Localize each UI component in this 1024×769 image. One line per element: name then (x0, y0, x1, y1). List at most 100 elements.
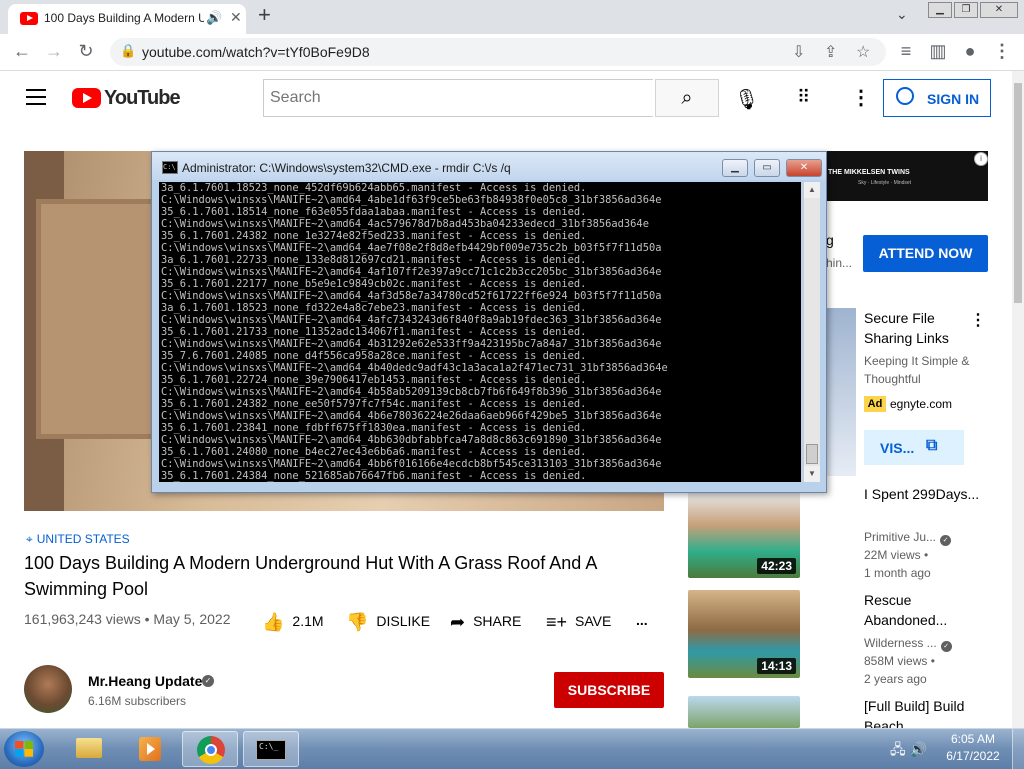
cmd-scrollbar[interactable]: ▲ ▼ (803, 182, 820, 482)
more-options-icon[interactable]: ⋮ (851, 85, 871, 110)
page-scrollbar[interactable] (1012, 71, 1024, 728)
cmd-close-button[interactable]: ✕ (786, 159, 822, 177)
recommendation-title[interactable]: [Full Build] Build Beach (864, 696, 984, 728)
new-tab-plus-icon[interactable]: + (258, 2, 271, 28)
system-tray[interactable]: 🖧 🔊 (890, 739, 927, 763)
taskbar-cmd-button[interactable]: C:\_ (243, 731, 299, 767)
ad-domain: egnyte.com (890, 397, 953, 411)
youtube-logo-text[interactable]: YouTube (104, 87, 181, 110)
thumbs-down-icon: 👎 (346, 612, 369, 632)
search-icon: ⌕ (681, 87, 693, 109)
recommendation-channel[interactable]: Primitive Ju... ✓ (864, 528, 984, 546)
tab-close-icon[interactable]: ✕ (230, 9, 242, 26)
recommendation-thumbnail[interactable] (688, 696, 800, 728)
start-button[interactable] (4, 731, 44, 767)
microphone-icon[interactable]: 🎙 (734, 87, 759, 112)
ad-banner[interactable]: THE MIKKELSEN TWINS Sky · Lifestyle · Mi… (824, 151, 988, 201)
search-button[interactable]: ⌕ (655, 79, 719, 117)
speaker-icon[interactable]: 🔊 (206, 10, 222, 26)
recommendation-age: 2 years ago (864, 672, 927, 686)
ad-partial-title: g (826, 232, 834, 248)
ad-info-icon[interactable]: i (974, 152, 988, 166)
taskbar-chrome-button[interactable] (182, 731, 238, 767)
hamburger-menu-icon[interactable] (26, 89, 46, 110)
recommendation-title[interactable]: I Spent 299Days... (864, 484, 984, 504)
browser-tab[interactable]: 100 Days Building A Modern Underground H… (8, 4, 246, 34)
media-queue-icon[interactable]: ≡ (894, 41, 918, 62)
dislike-button[interactable]: 👎 DISLIKE (346, 612, 430, 633)
search-input[interactable] (263, 79, 653, 117)
taskbar-explorer-button[interactable] (60, 731, 116, 767)
side-panel-icon[interactable]: ▥ (926, 41, 950, 62)
channel-avatar[interactable] (24, 665, 72, 713)
install-icon[interactable]: ⇩ (792, 42, 805, 62)
cmd-title-bar[interactable]: C:\ Administrator: C:\Windows\system32\C… (152, 152, 826, 180)
lock-icon[interactable]: 🔒 (120, 43, 136, 59)
taskbar-media-player-button[interactable] (121, 731, 177, 767)
save-button[interactable]: ≡+ SAVE (546, 612, 611, 633)
address-url[interactable]: youtube.com/watch?v=tYf0BoFe9D8 (142, 44, 370, 60)
page-scrollbar-thumb[interactable] (1014, 83, 1022, 303)
sign-in-label: SIGN IN (927, 91, 980, 107)
visit-site-button[interactable]: VIS... ⧉ (864, 430, 964, 465)
youtube-header: YouTube ⌕ 🎙 ⠿ ⋮ SIGN IN (0, 71, 1012, 127)
apps-grid-icon[interactable]: ⠿ (797, 87, 810, 108)
cmd-maximize-button[interactable]: ▭ (754, 159, 780, 177)
profile-icon[interactable]: ● (958, 41, 982, 62)
video-title: 100 Days Building A Modern Underground H… (24, 553, 597, 599)
cmd-window[interactable]: C:\ Administrator: C:\Windows\system32\C… (151, 151, 827, 493)
ad-thumbnail[interactable] (826, 308, 856, 476)
thumbs-up-icon: 👍 (262, 612, 285, 632)
windows-logo-icon (15, 741, 33, 757)
video-frame-doorway (36, 199, 156, 439)
back-arrow-icon[interactable]: ← (10, 41, 34, 62)
tab-search-chevron-icon[interactable]: ⌄ (896, 6, 908, 23)
like-button[interactable]: 👍 2.1M (262, 612, 324, 633)
recommendation-age: 1 month ago (864, 566, 931, 580)
location-pin-icon: ⌖ (26, 532, 33, 546)
network-icon[interactable]: 🖧 (890, 741, 906, 757)
subscribe-button[interactable]: SUBSCRIBE (554, 672, 664, 708)
sign-in-button[interactable]: SIGN IN (883, 79, 991, 117)
recommendation-channel-name: Primitive Ju... (864, 530, 937, 544)
share-label: SHARE (473, 613, 522, 629)
video-location-label[interactable]: UNITED STATES (37, 532, 130, 546)
cmd-scrollbar-thumb[interactable] (806, 444, 818, 464)
close-window-button[interactable]: ✕ (980, 2, 1018, 18)
recommendation-channel[interactable]: Wilderness ... ✓ (864, 634, 984, 652)
youtube-logo-icon[interactable] (72, 88, 101, 108)
reload-icon[interactable]: ↻ (74, 41, 98, 62)
recommendation-thumbnail[interactable]: 42:23 (688, 490, 800, 578)
cmd-title: Administrator: C:\Windows\system32\CMD.e… (182, 161, 511, 175)
playlist-add-icon: ≡+ (546, 612, 568, 632)
visit-label: VIS... (880, 440, 915, 456)
clock-date[interactable]: 6/17/2022 (946, 749, 1000, 763)
windows-taskbar: C:\_ 🖧 🔊 6:05 AM 6/17/2022 (0, 728, 1024, 769)
channel-name[interactable]: Mr.Heang Update (88, 673, 202, 689)
chrome-menu-icon[interactable]: ⋮ (990, 41, 1014, 62)
recommendation-title[interactable]: Rescue Abandoned... (864, 590, 984, 630)
cmd-minimize-button[interactable]: ▁ (722, 159, 748, 177)
address-bar[interactable]: 🔒 youtube.com/watch?v=tYf0BoFe9D8 ⇩ ⇪ ☆ (110, 38, 886, 66)
ad-partial-subtitle: hin... (826, 256, 853, 270)
video-location-link[interactable]: ⌖ UNITED STATES (26, 532, 130, 547)
share-button[interactable]: ➦ SHARE (450, 612, 521, 633)
more-actions-button[interactable]: ... (636, 612, 648, 628)
bookmark-star-icon[interactable]: ☆ (856, 42, 870, 62)
minimize-window-button[interactable]: ▁ (928, 2, 952, 18)
restore-window-button[interactable]: ❐ (954, 2, 978, 18)
scroll-down-arrow-icon[interactable]: ▼ (804, 466, 820, 482)
ad-title[interactable]: Secure File Sharing Links (864, 308, 974, 348)
volume-icon[interactable]: 🔊 (910, 741, 927, 757)
media-player-icon (139, 737, 161, 761)
show-desktop-button[interactable] (1012, 729, 1024, 769)
browser-toolbar: ← → ↻ 🔒 youtube.com/watch?v=tYf0BoFe9D8 … (0, 34, 1024, 71)
recommendation-thumbnail[interactable]: 14:13 (688, 590, 800, 678)
ad-more-options-icon[interactable]: ⋮ (970, 310, 986, 330)
cmd-console[interactable]: 3a_6.1.7601.18523_none_452df69b624abb65.… (159, 182, 801, 482)
share-icon[interactable]: ⇪ (824, 42, 837, 62)
attend-now-button[interactable]: ATTEND NOW (863, 235, 988, 272)
clock-time[interactable]: 6:05 AM (946, 732, 1000, 746)
scroll-up-arrow-icon[interactable]: ▲ (804, 182, 820, 198)
forward-arrow-icon[interactable]: → (42, 41, 66, 62)
